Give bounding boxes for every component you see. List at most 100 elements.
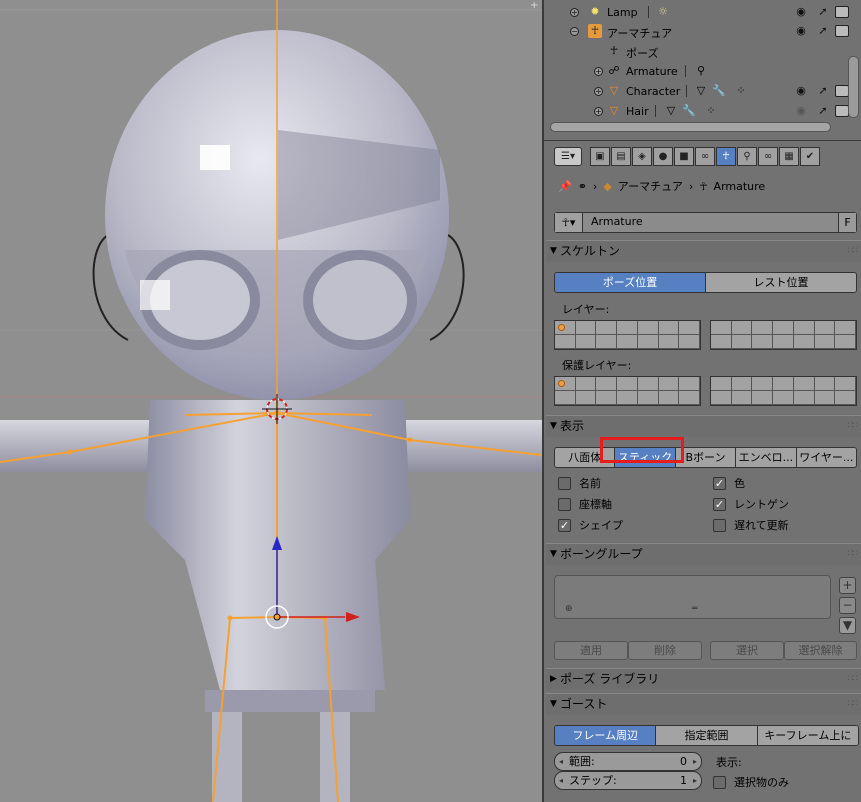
armature-datablock-selector[interactable]: ☥▾ Armature F <box>554 212 857 233</box>
texture-tab-icon[interactable]: ▦ <box>779 147 799 166</box>
display-panel-header[interactable]: ▼ 表示 ∷∷ <box>546 415 861 437</box>
expand-icon[interactable]: + <box>570 8 579 17</box>
bone-constraints-tab-icon[interactable]: ∞ <box>758 147 778 166</box>
render-tab-icon[interactable]: ▣ <box>590 147 610 166</box>
outliner-row-label[interactable]: Lamp <box>607 6 638 19</box>
render-camera-icon[interactable] <box>835 6 849 18</box>
bone-groups-panel-header[interactable]: ▼ ボーングループ ∷∷ <box>546 543 861 565</box>
breadcrumb: 📌 ⚭ › ◆ アーマチュア › ☥ Armature <box>558 177 771 195</box>
armature-data-tab-icon[interactable]: ☥ <box>716 147 736 166</box>
bbone-button[interactable]: Bボーン <box>675 448 737 467</box>
bone-groups-list[interactable]: ⊕ ═ <box>554 575 831 619</box>
remove-bone-group-button[interactable]: − <box>839 597 856 614</box>
octahedral-button[interactable]: 八面体 <box>555 448 616 467</box>
decrement-arrow-icon[interactable]: ◂ <box>559 772 563 789</box>
datablock-name-field[interactable]: Armature <box>591 215 643 228</box>
chevron-right-icon: › <box>688 179 694 193</box>
names-checkbox[interactable]: 名前 <box>558 475 601 491</box>
shapes-checkbox[interactable]: ✓ シェイプ <box>558 517 623 533</box>
select-arrow-icon[interactable]: ➚ <box>816 24 830 37</box>
pose-position-button[interactable]: ポーズ位置 <box>555 273 706 292</box>
render-camera-icon[interactable] <box>835 85 849 97</box>
outliner-row-label[interactable]: アーマチュア <box>607 25 672 41</box>
increment-arrow-icon[interactable]: ▸ <box>693 753 697 770</box>
visibility-eye-icon[interactable]: ◉ <box>794 84 808 97</box>
scene-tab-icon[interactable]: ◈ <box>632 147 652 166</box>
delay-refresh-checkbox[interactable]: 遅れて更新 <box>713 517 789 533</box>
outliner-row-pose[interactable]: ☥ ポーズ <box>544 41 844 61</box>
remove-button[interactable]: 削除 <box>628 641 702 660</box>
around-frame-button[interactable]: フレーム周辺 <box>555 726 657 745</box>
panel-grip-icon[interactable]: ∷∷ <box>848 669 859 690</box>
armature-browse-icon[interactable]: ☥▾ <box>555 213 583 232</box>
outliner-row-hair[interactable]: + ▽ Hair ▽ 🔧 ⁘ ◉ ➚ <box>544 101 849 121</box>
expand-icon[interactable]: + <box>594 87 603 96</box>
panel-grip-icon[interactable]: ∷∷ <box>848 416 859 437</box>
skeleton-panel-header[interactable]: ▼ スケルトン ∷∷ <box>546 240 861 262</box>
add-bone-group-button[interactable]: + <box>839 577 856 594</box>
collapse-icon[interactable]: − <box>570 27 579 36</box>
select-arrow-icon[interactable]: ➚ <box>816 5 830 18</box>
ghost-range-field[interactable]: ◂ 範囲: 0 ▸ <box>554 752 702 771</box>
bone-tab-icon[interactable]: ⚲ <box>737 147 757 166</box>
increment-arrow-icon[interactable]: ▸ <box>693 772 697 789</box>
xray-checkbox[interactable]: ✓ レントゲン <box>713 496 789 512</box>
render-layers-tab-icon[interactable]: ▤ <box>611 147 631 166</box>
deselect-button[interactable]: 選択解除 <box>784 641 857 660</box>
select-button[interactable]: 選択 <box>710 641 784 660</box>
visibility-eye-icon[interactable]: ◉ <box>794 24 808 37</box>
protected-layers-grid-left[interactable] <box>554 376 701 406</box>
editor-type-menu-icon[interactable]: ☰▾ <box>554 147 582 166</box>
outliner-row-label[interactable]: Armature <box>626 65 678 78</box>
bone-group-specials-chevron-down-icon[interactable]: ▼ <box>839 617 856 634</box>
colors-checkbox[interactable]: ✓ 色 <box>713 475 745 491</box>
rest-position-button[interactable]: レスト位置 <box>706 273 856 292</box>
render-camera-icon[interactable] <box>835 25 849 37</box>
outliner-row-label[interactable]: Hair <box>626 105 649 118</box>
visibility-eye-icon[interactable]: ◉ <box>794 104 808 117</box>
assign-button[interactable]: 適用 <box>554 641 628 660</box>
pose-library-panel-header[interactable]: ▶ ポーズ ライブラリ ∷∷ <box>546 668 861 690</box>
render-camera-icon[interactable] <box>835 105 849 117</box>
axes-checkbox[interactable]: 座標軸 <box>558 496 612 512</box>
protected-layers-grid-right[interactable] <box>710 376 857 406</box>
list-resize-grip-icon[interactable]: ═ <box>692 604 697 614</box>
select-arrow-icon[interactable]: ➚ <box>816 104 830 117</box>
outliner-row-armature-object[interactable]: − ☥ アーマチュア ◉ ➚ <box>544 21 849 41</box>
panel-grip-icon[interactable]: ∷∷ <box>848 544 859 565</box>
on-keyframes-button[interactable]: キーフレーム上に <box>757 726 858 745</box>
wire-button[interactable]: ワイヤー... <box>796 448 856 467</box>
outliner-row-armature-data[interactable]: + ☍ Armature ⚲ <box>544 61 844 81</box>
in-range-button[interactable]: 指定範囲 <box>656 726 758 745</box>
ghost-step-field[interactable]: ◂ ステップ: 1 ▸ <box>554 771 702 790</box>
outliner-row-label[interactable]: Character <box>626 85 680 98</box>
constraints-tab-icon[interactable]: ∞ <box>695 147 715 166</box>
panel-grip-icon[interactable]: ∷∷ <box>848 694 859 715</box>
decrement-arrow-icon[interactable]: ◂ <box>559 753 563 770</box>
panel-grip-icon[interactable]: ∷∷ <box>848 241 859 262</box>
outliner-horizontal-scrollbar[interactable] <box>550 122 831 132</box>
envelope-button[interactable]: エンベロ... <box>736 448 797 467</box>
list-filter-icon[interactable]: ⊕ <box>565 604 573 614</box>
layers-grid-left[interactable] <box>554 320 701 350</box>
pin-icon[interactable]: 📌 <box>558 180 572 193</box>
outliner-vertical-scrollbar[interactable] <box>848 56 859 118</box>
object-tab-icon[interactable]: ■ <box>674 147 694 166</box>
viewport-corner-plus-icon[interactable]: + <box>530 1 540 11</box>
selected-only-checkbox[interactable]: 選択物のみ <box>713 774 789 790</box>
layers-grid-right[interactable] <box>710 320 857 350</box>
outliner[interactable]: + ✹ Lamp ☼ ◉ ➚ − ☥ アーマチュア ◉ ➚ ☥ ポーズ + ☍ … <box>544 0 861 138</box>
visibility-eye-icon[interactable]: ◉ <box>794 5 808 18</box>
outliner-row-character[interactable]: + ▽ Character ▽ 🔧 ⁘ ◉ ➚ <box>544 81 849 101</box>
3d-viewport[interactable]: + <box>0 0 542 802</box>
outliner-row-lamp[interactable]: + ✹ Lamp ☼ ◉ ➚ <box>544 2 849 22</box>
expand-icon[interactable]: + <box>594 67 603 76</box>
fake-user-button[interactable]: F <box>838 213 856 232</box>
outliner-row-label[interactable]: ポーズ <box>626 45 658 61</box>
expand-icon[interactable]: + <box>594 107 603 116</box>
ghost-panel-header[interactable]: ▼ ゴースト ∷∷ <box>546 693 861 715</box>
select-arrow-icon[interactable]: ➚ <box>816 84 830 97</box>
physics-tab-icon[interactable]: ✔ <box>800 147 820 166</box>
stick-button[interactable]: スティック <box>615 448 676 467</box>
world-tab-icon[interactable]: ● <box>653 147 673 166</box>
